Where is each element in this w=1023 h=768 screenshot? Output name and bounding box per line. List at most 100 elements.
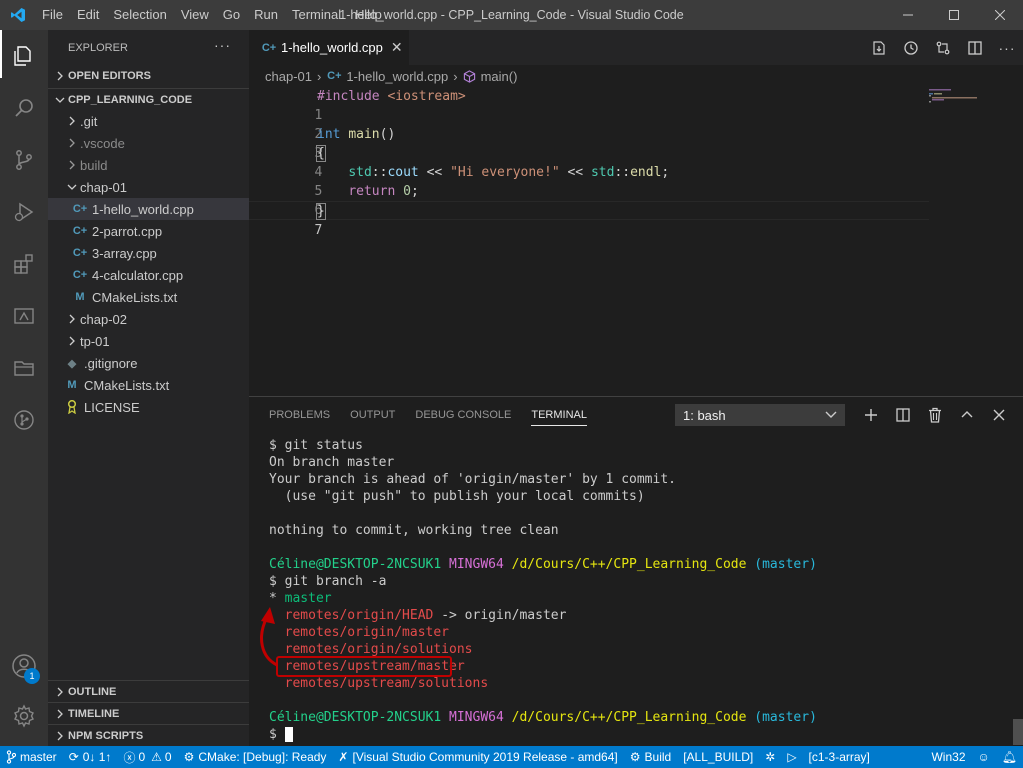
cmake-kit[interactable]: ✗ [Visual Studio Community 2019 Release … bbox=[332, 746, 623, 768]
run-play-icon[interactable]: ▷ bbox=[781, 746, 802, 768]
explorer-icon[interactable] bbox=[0, 30, 48, 82]
menu-view[interactable]: View bbox=[174, 0, 216, 30]
compare-changes-icon[interactable] bbox=[927, 30, 959, 65]
tree-file-cmakelists-chap01[interactable]: M CMakeLists.txt bbox=[48, 286, 249, 308]
tree-folder-vscode[interactable]: .vscode bbox=[48, 132, 249, 154]
chevron-right-icon bbox=[52, 731, 68, 741]
menu-go[interactable]: Go bbox=[216, 0, 247, 30]
tree-file-license[interactable]: LICENSE bbox=[48, 396, 249, 418]
tree-folder-build[interactable]: build bbox=[48, 154, 249, 176]
more-actions-icon[interactable]: ··· bbox=[991, 30, 1023, 65]
title-bar: File Edit Selection View Go Run Terminal… bbox=[0, 0, 1023, 30]
menu-help[interactable]: Help bbox=[348, 0, 389, 30]
tree-file-3-array[interactable]: C+ 3-array.cpp bbox=[48, 242, 249, 264]
gitignore-file-icon: ◆ bbox=[67, 357, 77, 370]
code-token: std bbox=[590, 165, 615, 180]
tree-folder-chap-01[interactable]: chap-01 bbox=[48, 176, 249, 198]
tree-file-1-hello-world[interactable]: C+ 1-hello_world.cpp bbox=[48, 198, 249, 220]
search-icon[interactable] bbox=[0, 82, 48, 134]
terminal-select[interactable]: 1: bash bbox=[675, 404, 845, 426]
chevron-right-icon: › bbox=[316, 68, 322, 84]
project-manager-icon[interactable] bbox=[0, 342, 48, 394]
split-editor-icon[interactable] bbox=[959, 30, 991, 65]
tab-problems[interactable]: PROBLEMS bbox=[259, 397, 340, 432]
outline-section[interactable]: OUTLINE bbox=[48, 680, 249, 702]
tree-folder-git[interactable]: .git bbox=[48, 110, 249, 132]
tree-file-gitignore[interactable]: ◆ .gitignore bbox=[48, 352, 249, 374]
problems-indicator[interactable]: ⓧ 0 ⚠ 0 bbox=[117, 746, 177, 768]
cmake-target[interactable]: [ALL_BUILD] bbox=[677, 746, 759, 768]
more-actions-icon[interactable]: ··· bbox=[214, 37, 231, 53]
menu-file[interactable]: File bbox=[35, 0, 70, 30]
code-editor[interactable]: 1 #include <iostream> 2 3 int main() 4 {… bbox=[249, 87, 1023, 396]
maximize-icon[interactable] bbox=[931, 0, 977, 30]
accounts-badge: 1 bbox=[24, 668, 40, 684]
breadcrumb-file[interactable]: 1-hello_world.cpp bbox=[346, 69, 448, 84]
settings-gear-icon[interactable] bbox=[0, 692, 48, 740]
git-graph-icon[interactable] bbox=[0, 394, 48, 446]
terminal-scrollbar[interactable] bbox=[1013, 719, 1023, 745]
chevron-up-icon[interactable] bbox=[951, 397, 983, 432]
cmake-build[interactable]: ⚙ Build bbox=[624, 746, 677, 768]
code-token: :: bbox=[371, 165, 388, 180]
cmake-status-label: CMake: [Debug]: Ready bbox=[198, 750, 327, 764]
sync-icon: ⟳ bbox=[68, 750, 79, 764]
terminal-line: remotes/upstream/solutions bbox=[269, 676, 489, 691]
sync-indicator[interactable]: ⟳ 0↓ 1↑ bbox=[63, 746, 118, 768]
tab-1-hello-world[interactable]: C+ 1-hello_world.cpp ✕ bbox=[249, 30, 409, 65]
code-line: 5 std::cout << "Hi everyone!" << std::en… bbox=[249, 163, 929, 199]
workspace-section[interactable]: CPP_LEARNING_CODE bbox=[48, 88, 249, 110]
cmake-status[interactable]: ⚙ CMake: [Debug]: Ready bbox=[178, 746, 333, 768]
cmake-launch-target[interactable]: [c1-3-array] bbox=[803, 746, 876, 768]
chevron-right-icon bbox=[64, 314, 80, 324]
debug-bug-icon[interactable]: ✲ bbox=[759, 746, 781, 768]
terminal-output[interactable]: $ git status On branch master Your branc… bbox=[269, 437, 817, 743]
new-terminal-icon[interactable] bbox=[855, 397, 887, 432]
terminal-line: $ git status bbox=[269, 438, 363, 453]
git-branch-icon bbox=[6, 750, 16, 764]
timeline-section[interactable]: TIMELINE bbox=[48, 702, 249, 724]
warning-icon: ⚠ bbox=[151, 750, 162, 764]
prompt-branch: (master) bbox=[754, 557, 817, 572]
history-icon[interactable] bbox=[895, 30, 927, 65]
run-debug-icon[interactable] bbox=[0, 186, 48, 238]
tree-file-4-calculator[interactable]: C+ 4-calculator.cpp bbox=[48, 264, 249, 286]
tree-folder-tp-01[interactable]: tp-01 bbox=[48, 330, 249, 352]
trash-icon[interactable] bbox=[919, 397, 951, 432]
close-window-icon[interactable] bbox=[977, 0, 1023, 30]
minimap[interactable] bbox=[929, 87, 1009, 127]
terminal-line: * master bbox=[269, 590, 817, 607]
close-panel-icon[interactable] bbox=[983, 397, 1015, 432]
remote-explorer-icon[interactable] bbox=[0, 290, 48, 342]
open-changes-icon[interactable] bbox=[863, 30, 895, 65]
notifications-bell-icon[interactable]: 🔔︎ bbox=[996, 746, 1023, 768]
menu-run[interactable]: Run bbox=[247, 0, 285, 30]
explorer-sidebar: EXPLORER ··· OPEN EDITORS CPP_LEARNING_C… bbox=[48, 30, 249, 746]
source-control-icon[interactable] bbox=[0, 134, 48, 186]
tree-file-2-parrot[interactable]: C+ 2-parrot.cpp bbox=[48, 220, 249, 242]
accounts-icon[interactable]: 1 bbox=[0, 642, 48, 690]
tree-folder-chap-02[interactable]: chap-02 bbox=[48, 308, 249, 330]
build-label: Build bbox=[644, 750, 672, 764]
breadcrumb-symbol[interactable]: main() bbox=[481, 69, 518, 84]
branch-indicator[interactable]: master bbox=[0, 746, 63, 768]
cmake-kit-label: [Visual Studio Community 2019 Release - … bbox=[352, 750, 618, 764]
tab-debug-console[interactable]: DEBUG CONSOLE bbox=[405, 397, 521, 432]
platform-indicator[interactable]: Win32 bbox=[925, 746, 971, 768]
chevron-right-icon bbox=[64, 336, 80, 346]
menu-edit[interactable]: Edit bbox=[70, 0, 106, 30]
open-editors-section[interactable]: OPEN EDITORS bbox=[48, 65, 249, 87]
npm-scripts-section[interactable]: NPM SCRIPTS bbox=[48, 724, 249, 746]
feedback-icon[interactable]: ☺ bbox=[972, 746, 996, 768]
tab-output[interactable]: OUTPUT bbox=[340, 397, 405, 432]
menu-terminal[interactable]: Terminal bbox=[285, 0, 348, 30]
tab-terminal[interactable]: TERMINAL bbox=[521, 397, 597, 432]
breadcrumb-folder[interactable]: chap-01 bbox=[265, 69, 312, 84]
menu-selection[interactable]: Selection bbox=[106, 0, 173, 30]
code-line: 4 { bbox=[249, 144, 929, 180]
split-terminal-icon[interactable] bbox=[887, 397, 919, 432]
extensions-icon[interactable] bbox=[0, 238, 48, 290]
tree-file-cmakelists-root[interactable]: M CMakeLists.txt bbox=[48, 374, 249, 396]
minimize-icon[interactable] bbox=[885, 0, 931, 30]
close-tab-icon[interactable]: ✕ bbox=[391, 39, 403, 56]
